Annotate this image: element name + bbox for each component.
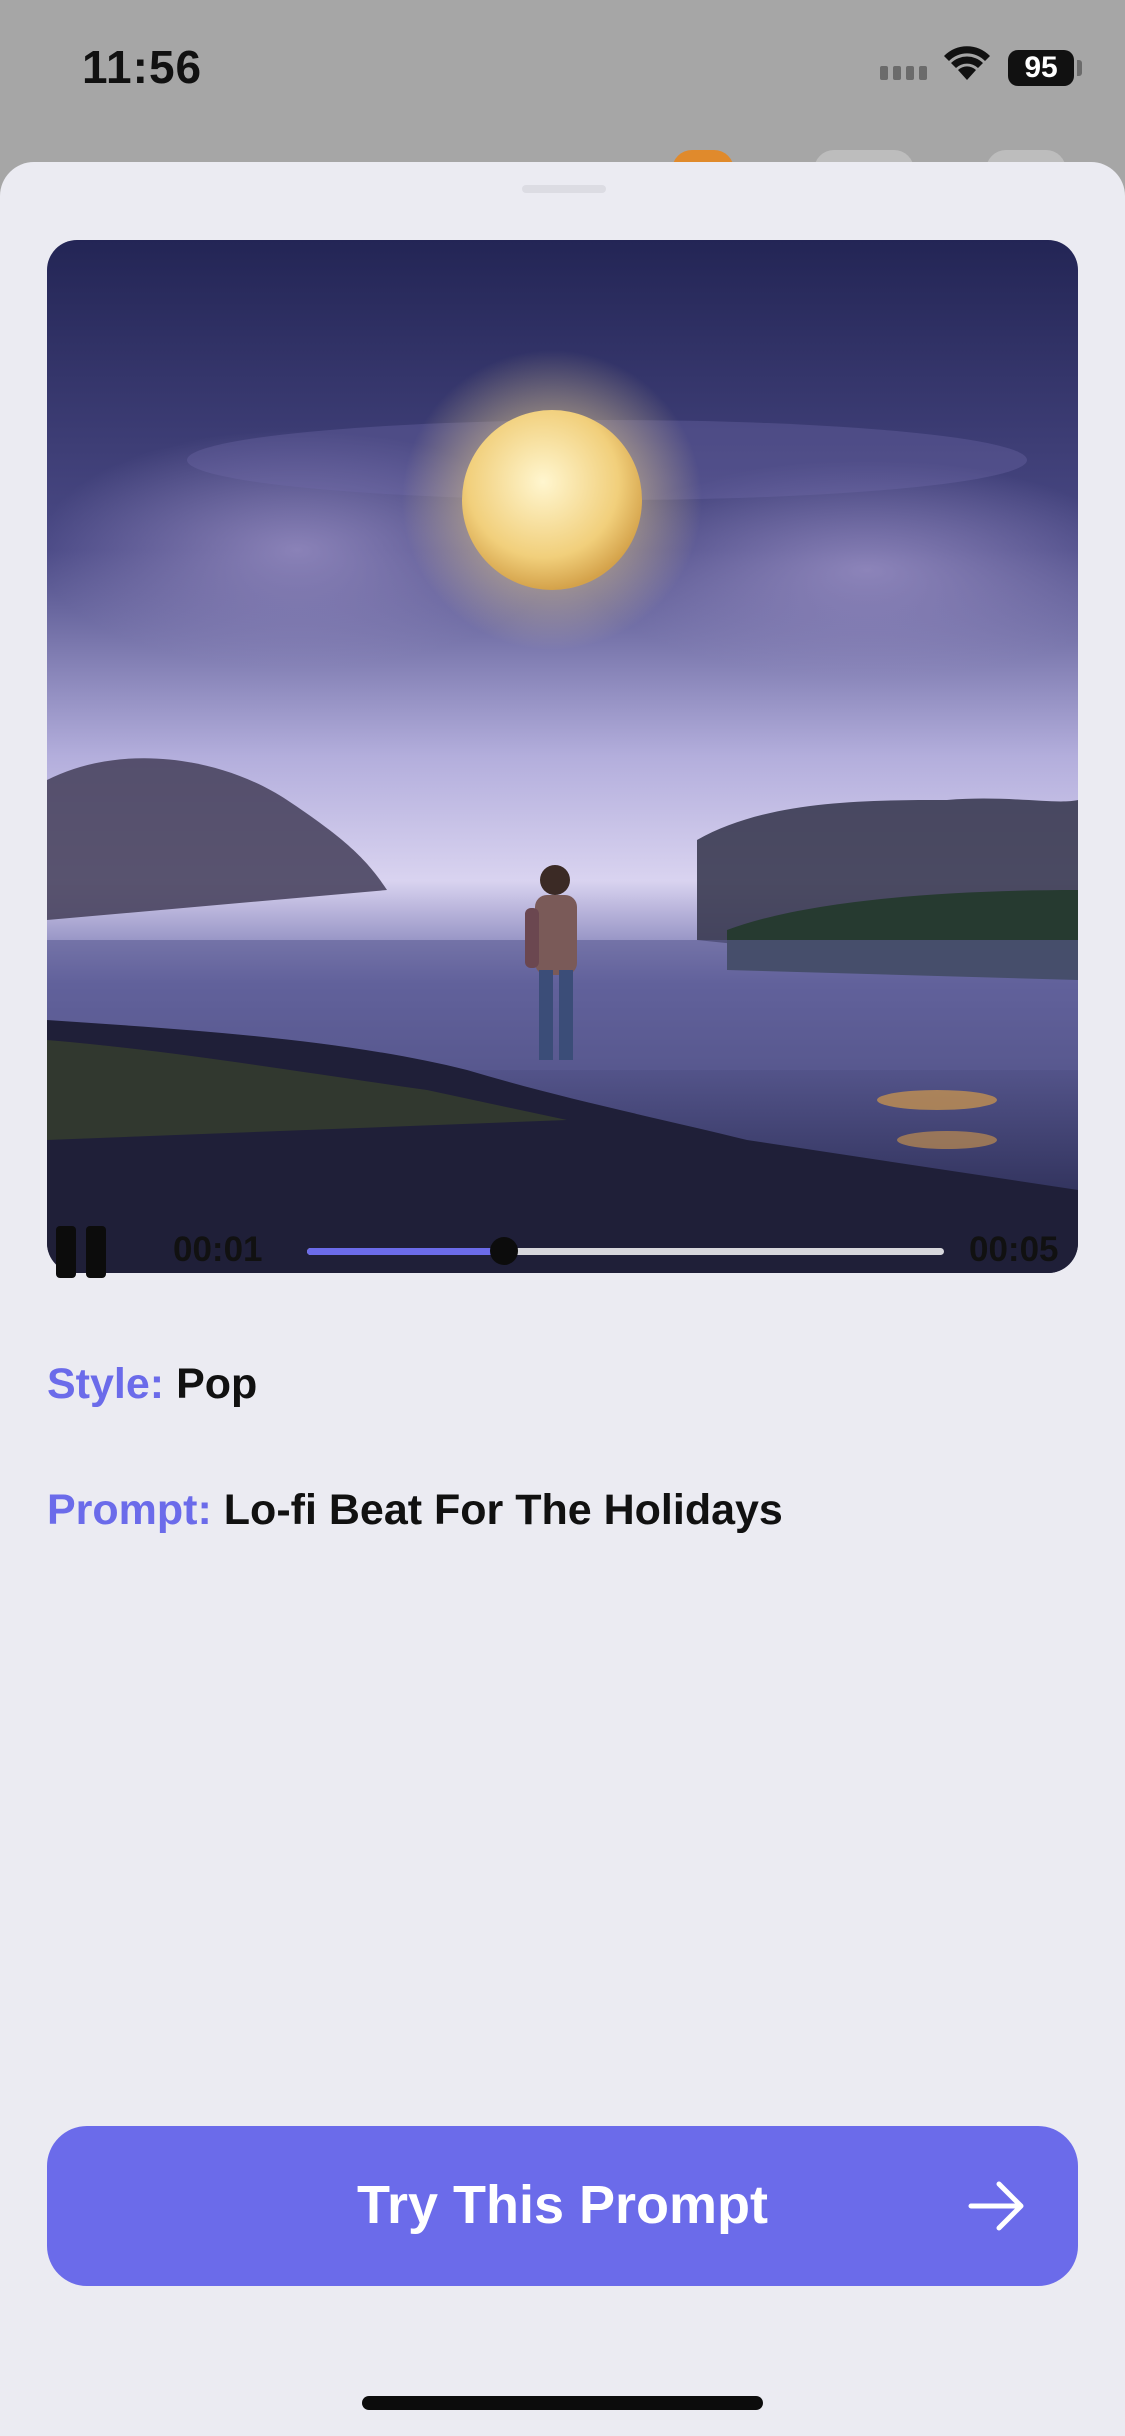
slider-thumb[interactable]: [490, 1237, 519, 1265]
status-bar: 11:56 95: [0, 0, 1125, 150]
cover-art-image: [47, 240, 1078, 1273]
sheet-grabber[interactable]: [522, 185, 606, 193]
battery-icon: 95: [1008, 50, 1074, 86]
style-info: Style: Pop: [47, 1360, 257, 1409]
cellular-signal-icon: [880, 66, 927, 80]
current-time: 00:01: [173, 1230, 263, 1269]
battery-cap: [1077, 60, 1082, 76]
home-indicator: [362, 2396, 763, 2410]
wifi-icon: [944, 46, 990, 87]
pause-icon: [86, 1226, 106, 1278]
pause-button[interactable]: [56, 1226, 106, 1278]
try-this-prompt-button[interactable]: Try This Prompt: [47, 2126, 1078, 2286]
arrow-right-icon: [967, 2178, 1027, 2239]
cta-label: Try This Prompt: [356, 2175, 769, 2235]
pause-icon: [56, 1226, 76, 1278]
style-label: Style:: [47, 1360, 165, 1408]
prompt-value: Lo-fi Beat For The Holidays: [223, 1486, 783, 1534]
progress-fill: [307, 1248, 505, 1255]
prompt-label: Prompt:: [47, 1486, 212, 1534]
style-value: Pop: [176, 1360, 258, 1408]
progress-slider[interactable]: [307, 1237, 944, 1265]
prompt-info: Prompt: Lo-fi Beat For The Holidays: [47, 1486, 783, 1535]
status-time: 11:56: [82, 41, 203, 93]
audio-player: 00:01 00:05: [0, 1180, 1125, 1300]
total-time: 00:05: [969, 1230, 1059, 1269]
